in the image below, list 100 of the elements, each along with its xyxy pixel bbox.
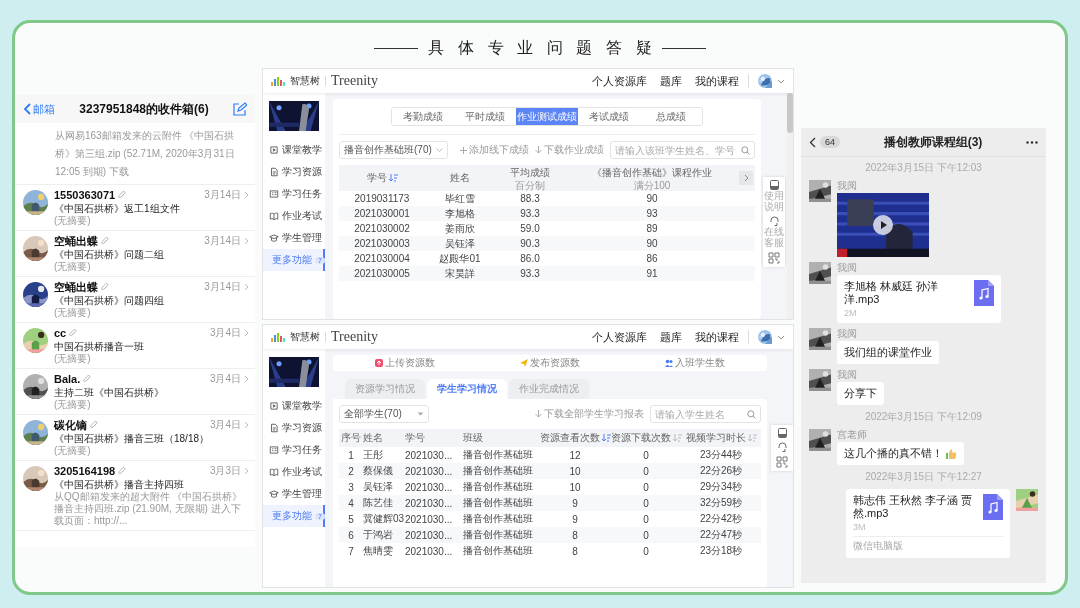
sidebar-item[interactable]: 学生管理 xyxy=(263,483,325,505)
table-cell-text: 93.3 xyxy=(519,268,541,279)
sidebar-item[interactable]: 学习任务 xyxy=(263,183,325,205)
play-icon[interactable] xyxy=(873,215,893,235)
sidebar-item[interactable]: 作业考试 xyxy=(263,461,325,483)
nav-link[interactable]: 我的课程 xyxy=(695,73,739,89)
table-cell-text: 9 xyxy=(571,497,579,509)
table-cell-text: 2019031173 xyxy=(353,193,411,204)
sidebar-item[interactable]: 学习任务 xyxy=(263,439,325,461)
sidebar-item[interactable]: 作业考试 xyxy=(263,205,325,227)
compose-icon[interactable] xyxy=(233,102,247,116)
caret-icon[interactable] xyxy=(777,334,785,340)
sender-name: 我阅 xyxy=(837,180,857,191)
sidebar-item[interactable]: 学习资源 xyxy=(263,417,325,439)
table-cell-text: 90 xyxy=(645,193,659,204)
document-icon xyxy=(269,423,279,433)
table-cell-text: 2021030... xyxy=(405,529,454,541)
table-cell-text: 59.0 xyxy=(519,223,541,234)
table-cell-text: 播音创作基础班 xyxy=(463,480,534,494)
mail-date: 3月14日 xyxy=(204,280,241,294)
nav-link[interactable]: 题库 xyxy=(660,329,682,345)
table-cell-text: 0 xyxy=(642,449,650,461)
mail-subject: 主持二班《中国石拱桥》 xyxy=(54,386,165,399)
table-cell-text: 93.3 xyxy=(519,208,541,219)
column-header: 资源下载次数 xyxy=(610,431,671,445)
column-header: 资源查看次数 xyxy=(539,431,600,445)
mail-subject: 中国石拱桥播音一班 xyxy=(54,340,145,353)
stat-label: 发布资源数 xyxy=(520,356,580,370)
chevron-icon xyxy=(244,421,249,429)
cap-icon xyxy=(269,489,279,499)
student-select[interactable]: 全部学生(70) xyxy=(339,405,429,423)
caret-icon[interactable] xyxy=(777,78,785,84)
book-icon[interactable] xyxy=(777,428,787,438)
message-bubble: 我们组的课堂作业 xyxy=(837,341,939,364)
music-file-icon xyxy=(974,280,994,306)
table-cell-text: 2 xyxy=(347,465,355,477)
mail-subject: 《中国石拱桥》返工1组文件 xyxy=(54,202,181,215)
table-cell-text: 0 xyxy=(642,529,650,541)
mail-subject: 《中国石拱桥》问题二组 xyxy=(54,248,165,261)
book-icon xyxy=(769,180,779,190)
sidebar-item[interactable]: 学生管理 xyxy=(263,227,325,249)
chevron-icon xyxy=(244,467,249,475)
nav-link[interactable]: 我的课程 xyxy=(695,329,739,345)
chat-title: 播创教师课程组(3) xyxy=(882,133,984,151)
table-cell-text: 90 xyxy=(645,238,659,249)
nav-link[interactable]: 个人资源库 xyxy=(592,329,647,345)
stat-label: 上传资源数 xyxy=(375,356,436,370)
table-cell-text: 7 xyxy=(347,545,355,557)
back-button[interactable]: 邮箱 xyxy=(23,101,55,117)
stat-label: 入班学生数 xyxy=(664,356,725,370)
sort-icon[interactable] xyxy=(672,434,682,442)
next-column-button[interactable] xyxy=(739,171,753,185)
sort-icon[interactable] xyxy=(388,174,398,182)
nav-link[interactable]: 题库 xyxy=(660,73,682,89)
qr-code-icon[interactable] xyxy=(768,252,780,264)
search-field[interactable]: 请输入该班学生姓名、学号 xyxy=(610,141,755,159)
search-icon xyxy=(741,145,750,155)
book-icon xyxy=(269,211,279,221)
scrollbar[interactable] xyxy=(787,93,793,319)
column-header: 《播音创作基础》课程作业 xyxy=(592,165,712,180)
nav-link[interactable]: 个人资源库 xyxy=(592,73,647,89)
document-icon xyxy=(269,167,279,177)
table-cell: 冀健辉03 xyxy=(363,512,405,526)
mail-preview: (无摘要) xyxy=(54,215,92,227)
table-cell-text: 吴钰泽 xyxy=(363,480,394,494)
table-cell-text: 2021030... xyxy=(405,545,454,557)
paperclip-icon xyxy=(83,375,92,383)
sort-icon[interactable] xyxy=(601,434,611,442)
sort-icon[interactable] xyxy=(747,434,757,442)
search-field[interactable]: 请输入学生姓名 xyxy=(650,405,761,423)
send-icon xyxy=(520,359,528,367)
sidebar-item[interactable]: 学习资源 xyxy=(263,161,325,183)
brand-name: 智慧树 xyxy=(290,330,320,344)
more-icon[interactable] xyxy=(1026,140,1038,144)
sidebar-item[interactable]: 课堂教学 xyxy=(263,395,325,417)
tab[interactable]: 学生学习情况 xyxy=(427,379,507,399)
table-cell-text: 0 xyxy=(642,545,650,557)
qr-code-icon[interactable] xyxy=(776,456,788,468)
table-cell-text: 89 xyxy=(645,223,659,234)
table-cell-text: 2021030... xyxy=(405,465,454,477)
table-cell-text: 于鸿岩 xyxy=(363,528,394,542)
file-card[interactable]: 韩志伟 王秋然 李子涵 贾然.mp3 3M 微信电脑版 xyxy=(846,489,1010,558)
paperclip-icon xyxy=(69,329,78,337)
download-icon xyxy=(535,146,542,154)
headset-icon[interactable] xyxy=(777,442,787,452)
class-select[interactable]: 播音创作基础班(70) xyxy=(339,141,448,159)
paperclip-icon xyxy=(101,283,109,291)
file-card[interactable]: 李旭格 林威廷 孙洋洋.mp3 2M xyxy=(837,275,1001,323)
brand-name: 智慧树 xyxy=(290,74,320,88)
table-cell-text: 姜雨欣 xyxy=(444,221,476,236)
sidebar-item[interactable]: 课堂教学 xyxy=(263,139,325,161)
list-icon xyxy=(269,189,279,199)
cap-icon xyxy=(269,233,279,243)
file-source: 微信电脑版 xyxy=(853,536,1003,553)
column-subheader: 百分制 xyxy=(515,179,545,191)
mail-subject: 《中国石拱桥》播音三班（18/18） xyxy=(54,432,211,445)
table-cell-text: 赵殿华01 xyxy=(438,251,482,266)
table-cell-text: 8 xyxy=(571,529,579,541)
table-cell-text: 32分59秒 xyxy=(698,496,744,510)
table-cell-text: 播音创作基础班 xyxy=(463,464,534,478)
